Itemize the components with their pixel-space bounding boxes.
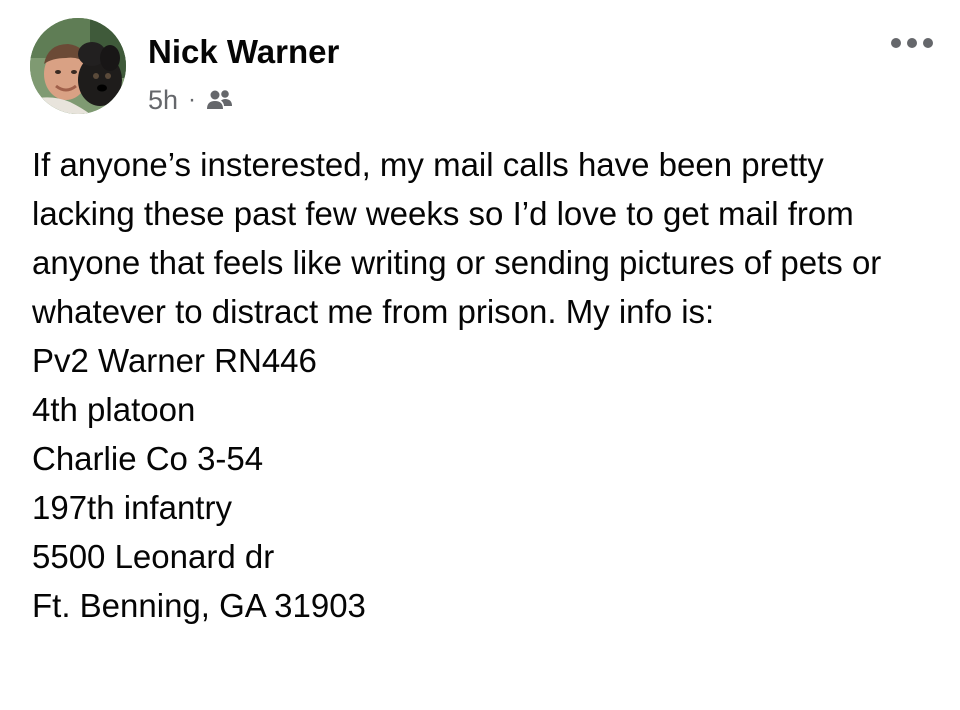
post-body-intro: If anyone’s insterested, my mail calls h… bbox=[32, 146, 882, 330]
post-body: If anyone’s insterested, my mail calls h… bbox=[32, 140, 932, 630]
address-line: 197th infantry bbox=[32, 489, 232, 526]
more-options-icon[interactable] bbox=[888, 28, 936, 58]
post-meta: 5h · bbox=[148, 82, 234, 118]
address-line: 5500 Leonard dr bbox=[32, 538, 275, 575]
avatar-photo bbox=[30, 18, 126, 114]
author-name[interactable]: Nick Warner bbox=[148, 32, 339, 72]
address-line: 4th platoon bbox=[32, 391, 196, 428]
meta-separator: · bbox=[188, 86, 197, 113]
post-card: Nick Warner 5h · If anyone’s insterested… bbox=[0, 0, 960, 710]
avatar[interactable] bbox=[30, 18, 126, 114]
friends-icon[interactable] bbox=[204, 85, 234, 115]
address-line: Charlie Co 3-54 bbox=[32, 440, 264, 477]
post-timestamp[interactable]: 5h bbox=[148, 85, 178, 116]
address-line: Pv2 Warner RN446 bbox=[32, 342, 317, 379]
address-line: Ft. Benning, GA 31903 bbox=[32, 587, 366, 624]
